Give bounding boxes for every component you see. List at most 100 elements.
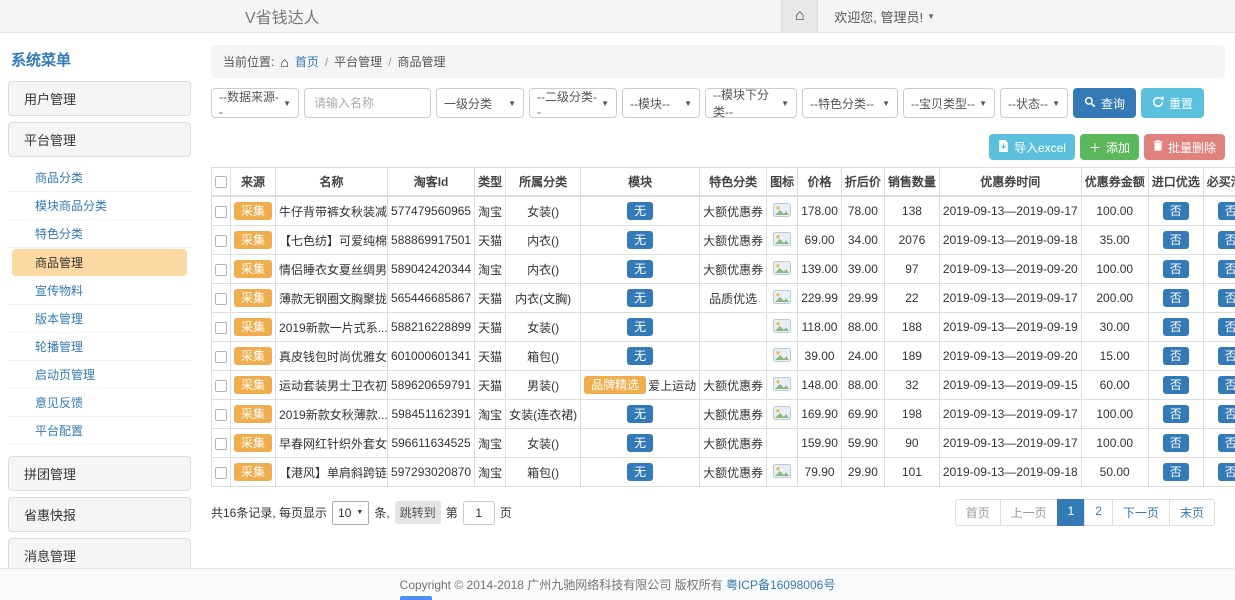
cell-check (212, 371, 231, 400)
sidebar-subitem[interactable]: 平台配置 (8, 417, 191, 445)
sidebar-subitem-active[interactable]: 商品管理 (12, 249, 187, 276)
cell-module: 无 (581, 255, 700, 284)
source-badge: 采集 (234, 202, 272, 220)
must-buy-badge[interactable]: 否 (1218, 347, 1235, 365)
sidebar-item-platform[interactable]: 平台管理 (8, 122, 191, 157)
import-select-badge[interactable]: 否 (1163, 347, 1189, 365)
jump-to-button[interactable]: 跳转到 (395, 501, 441, 524)
import-select-badge[interactable]: 否 (1163, 289, 1189, 307)
sidebar-item-group-buy[interactable]: 拼团管理 (8, 456, 191, 491)
import-select-badge[interactable]: 否 (1163, 318, 1189, 336)
row-checkbox[interactable] (215, 206, 227, 218)
import-select-badge[interactable]: 否 (1163, 405, 1189, 423)
reset-button[interactable]: 重置 (1141, 88, 1204, 118)
must-buy-badge[interactable]: 否 (1218, 405, 1235, 423)
filter-select-feature-category[interactable]: --特色分类--▼ (802, 88, 898, 118)
pager-上一页[interactable]: 上一页 (1000, 499, 1058, 526)
filter-select-item-type[interactable]: --宝贝类型--▼ (903, 88, 995, 118)
pager-2[interactable]: 2 (1084, 499, 1113, 526)
sidebar-item-user[interactable]: 用户管理 (8, 81, 191, 116)
row-checkbox[interactable] (215, 351, 227, 363)
module-badge: 无 (627, 463, 653, 481)
source-badge: 采集 (234, 347, 272, 365)
import-select-badge[interactable]: 否 (1163, 463, 1189, 481)
filter-select-data-source[interactable]: --数据来源--▼ (211, 88, 299, 118)
caret-down-icon: ▼ (684, 99, 692, 108)
pager-末页[interactable]: 末页 (1169, 499, 1215, 526)
row-checkbox[interactable] (215, 322, 227, 334)
import-select-badge[interactable]: 否 (1163, 434, 1189, 452)
name-search-input[interactable] (304, 88, 431, 118)
import-select-badge[interactable]: 否 (1163, 260, 1189, 278)
must-buy-badge[interactable]: 否 (1218, 260, 1235, 278)
import-select-badge[interactable]: 否 (1163, 231, 1189, 249)
sidebar-subitem[interactable]: 版本管理 (8, 305, 191, 333)
sidebar-subitem[interactable]: 特色分类 (8, 220, 191, 248)
filter-select-module-sub[interactable]: --模块下分类--▼ (705, 88, 797, 118)
row-checkbox[interactable] (215, 438, 227, 450)
cell-coupon_time: 2019-09-13—2019-09-17 (939, 429, 1081, 458)
import-select-badge[interactable]: 否 (1163, 376, 1189, 394)
must-buy-badge[interactable]: 否 (1218, 231, 1235, 249)
sidebar-item-saving-news[interactable]: 省惠快报 (8, 497, 191, 532)
row-checkbox[interactable] (215, 467, 227, 479)
must-buy-badge[interactable]: 否 (1218, 376, 1235, 394)
breadcrumb-home-link[interactable]: 首页 (295, 53, 319, 70)
sidebar-subitem[interactable]: 启动页管理 (8, 361, 191, 389)
table-row: 采集牛仔背带裤女秋装减龄...577479560965淘宝女装()无大额优惠券1… (212, 196, 1235, 226)
cell-coupon_amount: 50.00 (1081, 458, 1148, 487)
module-badge: 无 (627, 434, 653, 452)
must-buy-badge[interactable]: 否 (1218, 289, 1235, 307)
batch-delete-button[interactable]: 批量删除 (1144, 134, 1225, 160)
cell-check (212, 429, 231, 458)
import-select-badge[interactable]: 否 (1163, 202, 1189, 220)
cell-sales: 189 (884, 342, 939, 371)
plus-icon: ＋ (1089, 139, 1101, 156)
sidebar-subitem[interactable]: 意见反馈 (8, 389, 191, 417)
sidebar-item-message[interactable]: 消息管理 (8, 538, 191, 568)
welcome-text: 欢迎您, 管理员! (834, 7, 923, 26)
icp-link[interactable]: 粤ICP备16098006号 (726, 576, 835, 593)
add-button[interactable]: ＋ 添加 (1080, 134, 1139, 160)
row-checkbox[interactable] (215, 409, 227, 421)
row-checkbox[interactable] (215, 264, 227, 276)
product-thumbnail-icon (773, 351, 791, 365)
cell-price: 39.00 (798, 342, 842, 371)
page-number-input[interactable] (463, 501, 495, 525)
search-button[interactable]: 查询 (1073, 88, 1136, 118)
cell-coupon_amount: 15.00 (1081, 342, 1148, 371)
home-icon: ⌂ (280, 57, 288, 67)
sidebar-subitem[interactable]: 轮播管理 (8, 333, 191, 361)
cell-price: 79.90 (798, 458, 842, 487)
pager-首页[interactable]: 首页 (955, 499, 1001, 526)
user-menu[interactable]: 欢迎您, 管理员! ▼ (818, 7, 1235, 26)
home-button[interactable]: ⌂ (781, 0, 818, 32)
filter-select-label: --数据来源-- (219, 88, 279, 119)
sidebar-subitem[interactable]: 宣传物料 (8, 277, 191, 305)
row-checkbox[interactable] (215, 235, 227, 247)
pager-下一页[interactable]: 下一页 (1112, 499, 1170, 526)
sidebar-subitem[interactable]: 模块商品分类 (8, 192, 191, 220)
must-buy-badge[interactable]: 否 (1218, 463, 1235, 481)
row-checkbox[interactable] (215, 380, 227, 392)
cell-icon (767, 458, 798, 487)
filter-select-status[interactable]: --状态--▼ (1000, 88, 1068, 118)
sidebar-subitem[interactable]: 商品分类 (8, 164, 191, 192)
filter-select-category-l2[interactable]: --二级分类--▼ (529, 88, 617, 118)
import-excel-button[interactable]: 导入excel (989, 134, 1075, 160)
product-thumbnail-icon (773, 409, 791, 423)
filter-select-category-l1[interactable]: 一级分类▼ (436, 88, 524, 118)
cell-check (212, 226, 231, 255)
select-all-checkbox[interactable] (215, 176, 227, 188)
cell-type: 淘宝 (475, 400, 506, 429)
per-page-select[interactable]: 10 ▼ (332, 501, 369, 525)
must-buy-badge[interactable]: 否 (1218, 318, 1235, 336)
must-buy-badge[interactable]: 否 (1218, 202, 1235, 220)
module-cell: 无 (584, 463, 696, 481)
must-buy-badge[interactable]: 否 (1218, 434, 1235, 452)
filter-select-module[interactable]: --模块--▼ (622, 88, 700, 118)
header-right: ⌂ 欢迎您, 管理员! ▼ (781, 0, 1235, 32)
row-checkbox[interactable] (215, 293, 227, 305)
pager-1[interactable]: 1 (1057, 499, 1086, 526)
cell-check (212, 255, 231, 284)
